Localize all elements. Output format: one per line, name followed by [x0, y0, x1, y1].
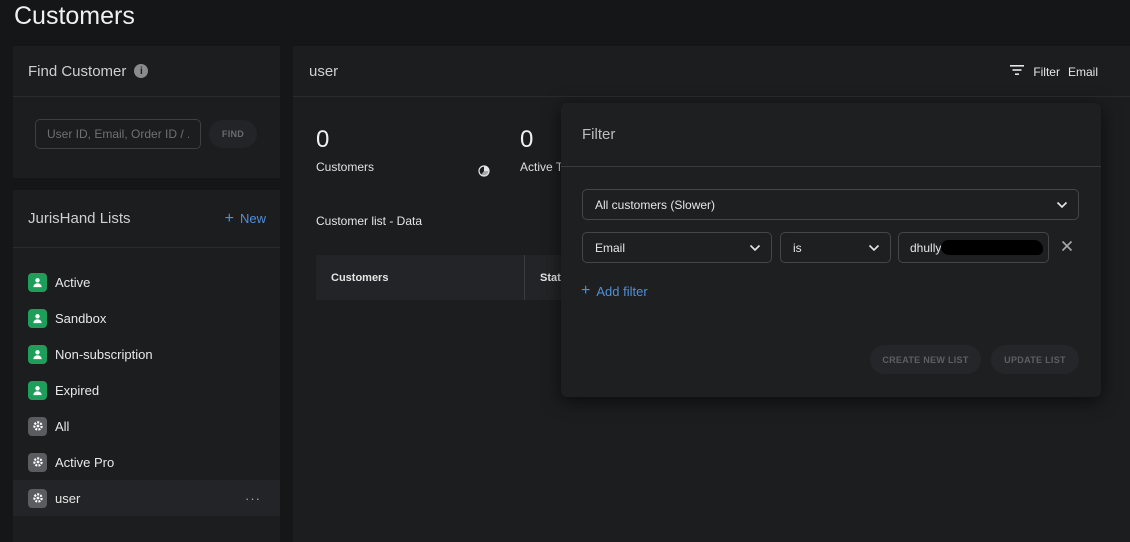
list-item-sandbox[interactable]: Sandbox	[13, 300, 280, 336]
more-options-icon[interactable]: ···	[245, 491, 261, 506]
stat-active-trials: 0 Active T	[520, 126, 563, 174]
operator-select-value: is	[793, 240, 802, 255]
chevron-down-icon	[749, 241, 761, 255]
redaction-mark	[941, 240, 1043, 255]
filter-field-select[interactable]: Email	[582, 232, 772, 263]
page-title: Customers	[14, 2, 135, 30]
customer-list-title: Customer list - Data	[316, 214, 423, 228]
customer-scope-select[interactable]: All customers (Slower)	[582, 189, 1079, 220]
list-item-user[interactable]: user ···	[13, 480, 280, 516]
list-item-expired[interactable]: Expired	[13, 372, 280, 408]
stat-label: Customers	[316, 160, 375, 174]
person-icon	[28, 308, 47, 328]
list-item-label: Expired	[55, 382, 100, 398]
filter-operator-select[interactable]: is	[780, 232, 891, 263]
gear-icon	[28, 488, 47, 508]
chevron-down-icon	[1056, 198, 1068, 212]
filter-toggle-label: Filter	[1033, 64, 1060, 79]
new-list-button[interactable]: + New	[224, 209, 266, 227]
add-filter-label: Add filter	[596, 283, 648, 299]
person-icon	[28, 344, 47, 364]
filter-value-text: dhully	[910, 240, 942, 255]
table-header: Customers Statu	[316, 255, 576, 300]
main-title: user	[309, 62, 339, 80]
list-item-label: All	[55, 418, 70, 434]
scope-select-value: All customers (Slower)	[595, 197, 716, 212]
lists-panel: JurisHand Lists + New Active Sandbox Non…	[13, 190, 280, 542]
chart-icon[interactable]	[478, 164, 490, 182]
new-list-label: New	[239, 211, 266, 226]
stat-value: 0	[520, 126, 534, 153]
chevron-down-icon	[868, 241, 880, 255]
filter-toggle-button[interactable]: Filter Email	[1009, 64, 1098, 79]
filter-icon	[1009, 64, 1025, 79]
list-item-all[interactable]: All	[13, 408, 280, 444]
gear-icon	[28, 452, 47, 472]
find-customer-title: Find Customer	[28, 62, 127, 80]
list-items: Active Sandbox Non-subscription Expired …	[13, 264, 280, 516]
list-item-active-pro[interactable]: Active Pro	[13, 444, 280, 480]
list-item-active[interactable]: Active	[13, 264, 280, 300]
list-item-non-subscription[interactable]: Non-subscription	[13, 336, 280, 372]
find-button[interactable]: FIND	[209, 120, 257, 148]
update-list-button[interactable]: UPDATE LIST	[991, 345, 1079, 374]
add-filter-button[interactable]: + Add filter	[581, 283, 648, 299]
lists-header: JurisHand Lists + New	[13, 190, 280, 248]
find-customer-input[interactable]	[35, 119, 201, 149]
find-customer-header: Find Customer i	[13, 46, 280, 97]
stat-value: 0	[316, 126, 330, 153]
lists-title: JurisHand Lists	[28, 210, 131, 227]
field-select-value: Email	[595, 240, 626, 255]
list-item-label: Non-subscription	[55, 346, 153, 362]
remove-filter-close-icon[interactable]	[1061, 239, 1073, 257]
filter-title: Filter	[561, 103, 1101, 167]
stat-label: Active T	[520, 160, 564, 174]
person-icon	[28, 272, 47, 292]
stat-customers: 0 Customers	[316, 126, 374, 174]
list-item-label: Sandbox	[55, 310, 107, 326]
info-icon[interactable]: i	[134, 64, 149, 78]
list-item-label: Active Pro	[55, 454, 115, 470]
filter-popover: Filter All customers (Slower) Email is d…	[561, 103, 1101, 397]
filter-field-label: Email	[1067, 64, 1098, 79]
column-header-customers[interactable]: Customers	[316, 255, 525, 300]
filter-value-input[interactable]: dhully	[898, 232, 1049, 263]
plus-icon: +	[224, 209, 234, 227]
plus-icon: +	[581, 282, 591, 299]
main-header: user	[293, 46, 1130, 97]
person-icon	[28, 380, 47, 400]
list-item-label: user	[55, 490, 81, 506]
find-customer-panel: Find Customer i FIND	[13, 46, 280, 178]
list-item-label: Active	[55, 274, 91, 290]
create-new-list-button[interactable]: CREATE NEW LIST	[870, 345, 981, 374]
gear-icon	[28, 416, 47, 436]
